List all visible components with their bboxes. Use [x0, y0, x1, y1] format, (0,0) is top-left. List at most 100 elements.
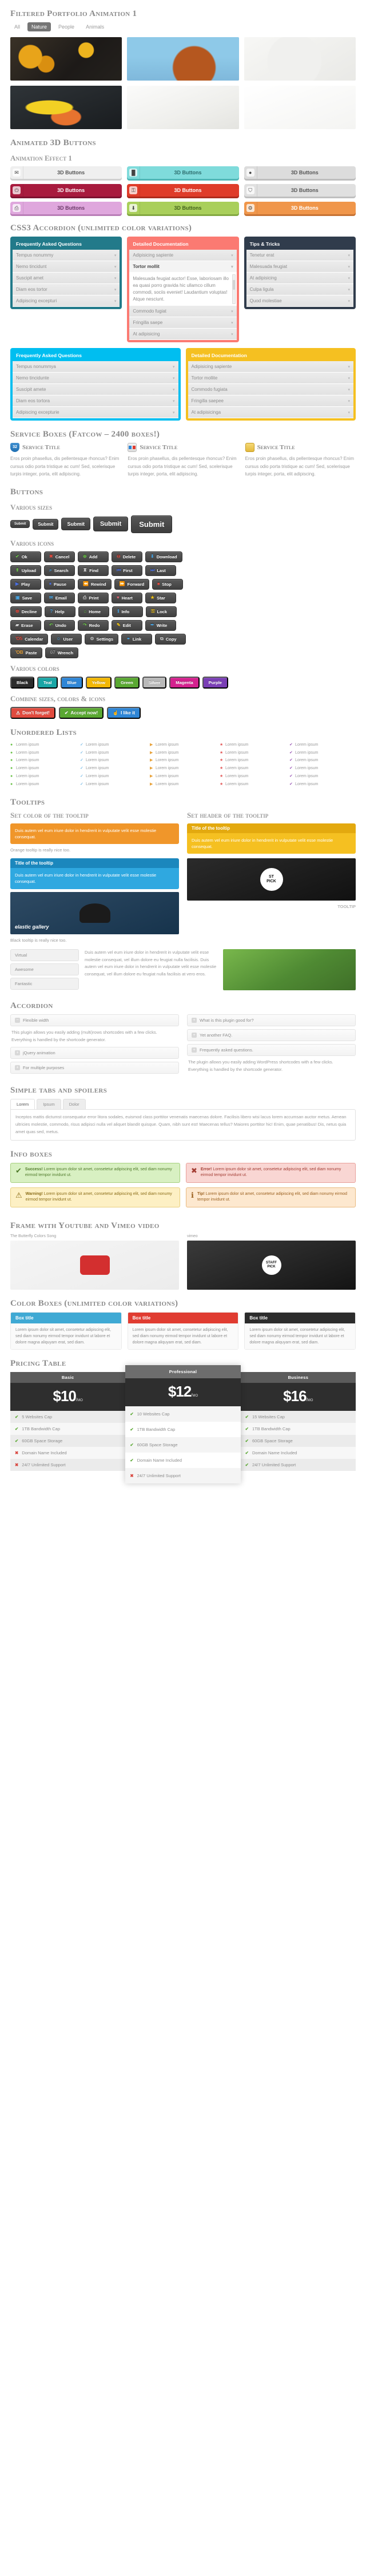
accordion-item[interactable]: Diam eos tortor ▾	[13, 284, 120, 295]
button-paste[interactable]: ὌB Paste	[10, 647, 42, 658]
accordion-item[interactable]: Fringilla saepe ▾	[129, 317, 237, 329]
portfolio-item-sunflowers[interactable]	[10, 37, 122, 81]
button-color-yellow[interactable]: Yellow	[85, 676, 112, 689]
button-user[interactable]: ☺ User	[51, 633, 82, 645]
accordion-item[interactable]: Diam eos tortora ▾	[13, 395, 178, 407]
accordion-item[interactable]: Tempus nonummya ▾	[13, 361, 178, 373]
accordion2-row[interactable]: + Frequently asked questions.	[187, 1043, 356, 1056]
button-rewind[interactable]: ⏪ Rewind	[78, 578, 112, 590]
portfolio-item-yellow-bud[interactable]	[10, 86, 122, 129]
accordion-item[interactable]: Suscipit amete ▾	[13, 384, 178, 395]
button-write[interactable]: ✒ Write	[145, 619, 176, 631]
button-color-silver[interactable]: Silver	[142, 676, 167, 689]
button-redo[interactable]: ↷ Redo	[78, 619, 109, 631]
accordion-item[interactable]: Fringilla saepee ▾	[188, 395, 353, 407]
button-color-teal[interactable]: Teal	[37, 676, 58, 689]
button-lock[interactable]: ⚿ Lock	[146, 606, 177, 617]
button-search[interactable]: ⌕ Search	[44, 565, 75, 576]
button-combo-accept-now-[interactable]: ✔ Accept now!	[58, 706, 104, 719]
button-color-purple[interactable]: Purple	[202, 676, 228, 689]
button-color-green[interactable]: Green	[114, 676, 140, 689]
submit-button-s-lg[interactable]: Submit	[93, 517, 129, 532]
accordion-item[interactable]: Tenetur erat ▾	[246, 250, 353, 261]
button-edit[interactable]: ✎ Edit	[112, 619, 142, 631]
button-first[interactable]: ⏮ First	[112, 565, 143, 576]
button-combo-don-t-forget-[interactable]: ⚠ Don't forget!	[10, 706, 55, 719]
portfolio-item-white-flower[interactable]	[244, 37, 356, 81]
button-print[interactable]: ⎙ Print	[78, 592, 109, 603]
button-settings[interactable]: ⚙ Settings	[85, 633, 119, 645]
accordion-item[interactable]: Adipisicing sapiente ▾	[129, 250, 237, 261]
button-forward[interactable]: ⏩ Forward	[114, 578, 150, 590]
button-download[interactable]: ⬇ Download	[145, 551, 182, 562]
button-wrench[interactable]: ὒ7 Wrench	[45, 647, 79, 658]
button-color-black[interactable]: Black	[10, 676, 35, 689]
accordion-item[interactable]: Suscipit amet ▾	[13, 273, 120, 284]
accordion2-row[interactable]: + For multiple purposes	[10, 1062, 179, 1074]
portfolio-filter-animals[interactable]: Animals	[82, 22, 108, 31]
button-undo[interactable]: ↶ Undo	[44, 619, 75, 631]
accordion2-row[interactable]: + Yet another FAQ.	[187, 1029, 356, 1041]
button-combo-i-like-it[interactable]: ☝ I like it	[107, 706, 141, 719]
video-frame-youtube[interactable]	[10, 1240, 179, 1290]
portfolio-item-white-petal[interactable]	[127, 86, 239, 129]
scrollbar[interactable]	[232, 274, 236, 304]
button-star[interactable]: ★ Star	[145, 592, 176, 603]
accordion2-row[interactable]: + jQuery animation	[10, 1047, 179, 1059]
image-hat-thumbnail[interactable]: elastic gallery	[10, 891, 179, 934]
accordion-item[interactable]: Commodo fugiat ▾	[129, 306, 237, 317]
button-3d-lock[interactable]: ⚿ 3D Buttons	[127, 184, 239, 197]
portfolio-item-white-blank[interactable]	[244, 86, 356, 129]
tab-ipsum[interactable]: Ipsum	[37, 1099, 61, 1110]
portfolio-filter-people[interactable]: People	[54, 22, 78, 31]
faq-tab-fantastic[interactable]: Fantastic	[10, 977, 79, 990]
button-color-magenta[interactable]: Magenta	[169, 676, 200, 689]
accordion-item[interactable]: Tempus nonummy ▾	[13, 250, 120, 261]
accordion-item[interactable]: Adipiscing excepturi ▾	[13, 295, 120, 307]
button-home[interactable]: ⌂ Home	[78, 606, 110, 617]
accordion2-row[interactable]: − Flexible width	[10, 1014, 179, 1026]
button-3d-chart[interactable]: █ 3D Buttons	[127, 166, 239, 179]
submit-button-s-md[interactable]: Submit	[61, 518, 90, 531]
button-heart[interactable]: ♥ Heart	[112, 592, 142, 603]
accordion-item[interactable]: Tortor mollite ▾	[188, 373, 353, 384]
button-play[interactable]: ▶ Play	[10, 578, 41, 590]
button-ok[interactable]: ✔ Ok	[10, 551, 41, 562]
accordion-item[interactable]: At adipisicinga ▾	[188, 407, 353, 418]
faq-tab-virtual[interactable]: Virtual	[10, 949, 79, 961]
accordion-item[interactable]: Culpa ligula ▾	[246, 284, 353, 295]
button-3d-gear[interactable]: ⚙ 3D Buttons	[244, 202, 356, 214]
button-3d-globe[interactable]: ● 3D Buttons	[244, 166, 356, 179]
portfolio-filter-nature[interactable]: Nature	[27, 22, 51, 31]
button-pause[interactable]: ⏸ Pause	[44, 578, 75, 590]
button-info[interactable]: ℹ Info	[112, 606, 144, 617]
accordion-item[interactable]: Nemo tincidunte ▾	[13, 373, 178, 384]
accordion-item[interactable]: Nemo tincidunt ▾	[13, 261, 120, 273]
button-email[interactable]: ✉ Email	[44, 592, 75, 603]
button-3d-cart[interactable]: ⛉ 3D Buttons	[244, 184, 356, 197]
button-add[interactable]: ⊕ Add	[78, 551, 109, 562]
button-last[interactable]: ⏭ Last	[145, 565, 177, 576]
button-upload[interactable]: ⬆ Upload	[10, 565, 42, 576]
button-3d-power[interactable]: ⏻ 3D Buttons	[10, 184, 122, 197]
button-3d-printer[interactable]: ⎙ 3D Buttons	[10, 202, 122, 214]
portfolio-filter-all[interactable]: All	[10, 22, 24, 31]
accordion-item[interactable]: Tortor mollit ▾	[129, 261, 237, 273]
button-erase[interactable]: ▰ Erase	[10, 619, 41, 631]
button-save[interactable]: ▣ Save	[10, 592, 41, 603]
button-3d-envelope[interactable]: ✉ 3D Buttons	[10, 166, 122, 179]
accordion-item[interactable]: At adipisicing ▾	[246, 273, 353, 284]
button-calendar[interactable]: Ὄ5 Calendar	[10, 633, 49, 645]
button-3d-download[interactable]: ⬇ 3D Buttons	[127, 202, 239, 214]
button-color-blue[interactable]: Blue	[61, 676, 83, 689]
accordion2-row[interactable]: + What is this plugin good for?	[187, 1014, 356, 1026]
submit-button-s-xs[interactable]: Submit	[10, 520, 30, 529]
button-find[interactable]: ♜ Find	[78, 565, 109, 576]
button-help[interactable]: ? Help	[45, 606, 76, 617]
accordion-item[interactable]: Adipisicing sapiente ▾	[188, 361, 353, 373]
accordion-item[interactable]: Quod molestiae ▾	[246, 295, 353, 307]
accordion-item[interactable]: Malesuada feugiat ▾	[246, 261, 353, 273]
image-stpick-thumbnail[interactable]: ST PICK	[187, 858, 356, 901]
button-delete[interactable]: ⊖ Delete	[112, 551, 142, 562]
button-link[interactable]: ⚭ Link	[121, 633, 153, 645]
